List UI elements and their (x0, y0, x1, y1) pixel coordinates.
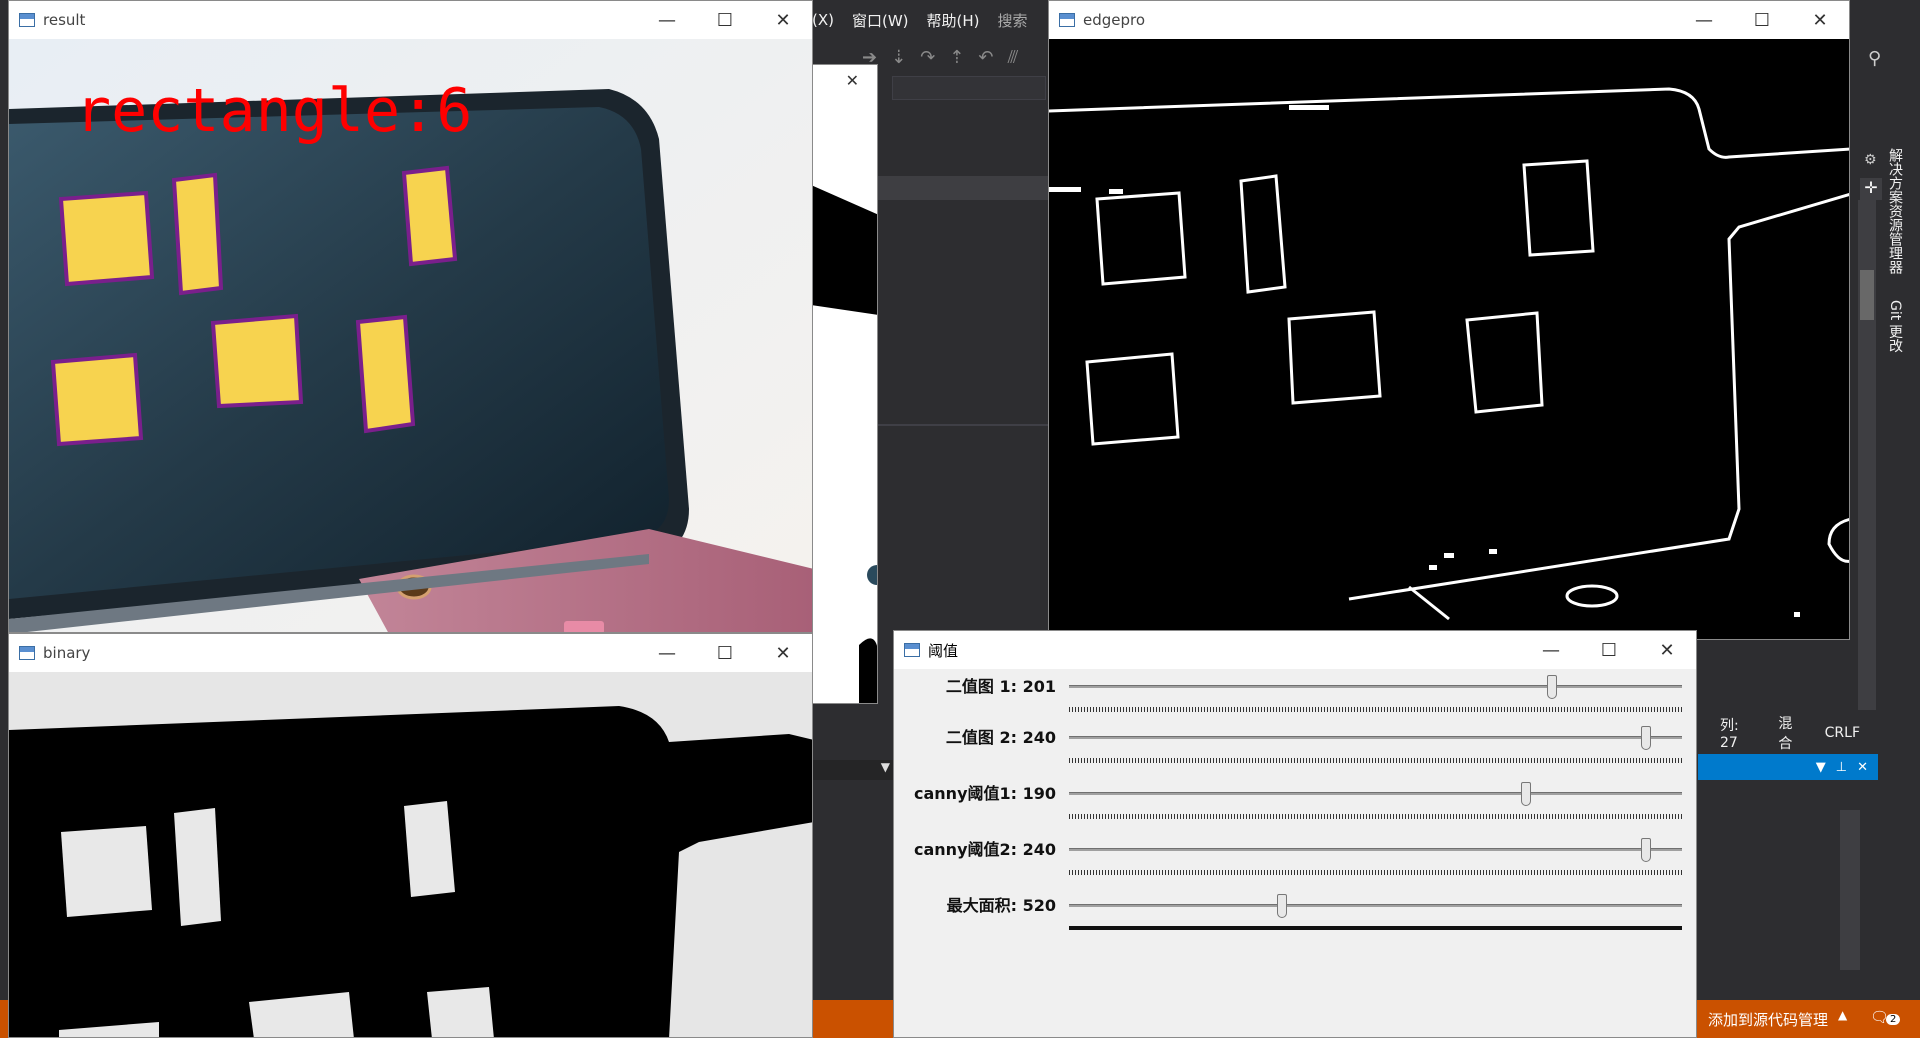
window-title: result (43, 11, 86, 29)
trackbar-ticks (1069, 758, 1682, 763)
trackbar-label: 最大面积: 520 (946, 896, 1056, 915)
trackbar-thumb[interactable] (1640, 726, 1651, 750)
rectangle-count-label: rectangle:6 (75, 76, 472, 146)
trackbar-track[interactable] (1069, 848, 1682, 851)
status-eol[interactable]: CRLF (1825, 725, 1860, 741)
titlebar: edgepro — ☐ ✕ (1049, 1, 1849, 39)
detected-rect-5 (210, 313, 304, 409)
window-title: binary (43, 644, 91, 662)
detected-rect-2 (171, 172, 224, 296)
crosshair-icon[interactable]: ✛ (1860, 178, 1882, 200)
detected-rect-3 (401, 165, 458, 267)
background-window-image (811, 185, 877, 703)
git-changes-tab[interactable]: Git 更改 (1885, 300, 1905, 353)
format-icon[interactable]: ⫻ (1007, 47, 1018, 68)
window-app-icon (1059, 13, 1075, 27)
trackbar-label: canny阈值2: 240 (914, 840, 1056, 859)
solution-explorer-tab[interactable]: 解决方案资源管理器 (1885, 148, 1905, 274)
window-title: 阈值 (928, 641, 959, 660)
trackbar-thumb[interactable] (1640, 838, 1651, 862)
window-threshold: 阈值 — ☐ ✕ 二值图 1: 201 二值图 2: 240 canny阈值1:… (893, 630, 1697, 1038)
ide-menu-bar: (X) 窗口(W) 帮助(H) 搜索 (812, 0, 1048, 40)
up-arrow-icon: ▲ (1838, 1008, 1848, 1022)
close-button[interactable]: ✕ (754, 634, 812, 672)
menu-partial[interactable]: (X) (812, 11, 834, 29)
maximize-button[interactable]: ☐ (1733, 1, 1791, 39)
add-source-control[interactable]: 添加到源代码管理 (1708, 1009, 1828, 1030)
pin-tab-icon[interactable]: ⊥ (1836, 760, 1847, 775)
trackbar-ticks (1069, 814, 1682, 819)
maximize-button[interactable]: ☐ (696, 1, 754, 39)
trackbar-thumb[interactable] (1520, 782, 1531, 806)
ide-dropdown[interactable]: ▼ (812, 760, 894, 780)
menu-help[interactable]: 帮助(H) (927, 10, 980, 31)
minimize-button[interactable]: — (1675, 1, 1733, 39)
output-scrollbar[interactable] (1840, 810, 1860, 970)
detected-rect-6 (355, 314, 416, 434)
trackbar-label: canny阈值1: 190 (914, 784, 1056, 803)
ide-input-field[interactable] (892, 76, 1046, 100)
window-app-icon (904, 643, 920, 657)
undo-icon[interactable]: ↶ (978, 47, 993, 68)
background-window: ✕ (810, 64, 878, 704)
dropdown-arrow-icon: ▼ (880, 760, 890, 774)
close-button[interactable]: ✕ (1791, 1, 1849, 39)
trackbar-thumb[interactable] (1276, 894, 1287, 918)
window-title: edgepro (1083, 11, 1146, 29)
menu-window[interactable]: 窗口(W) (852, 10, 909, 31)
detected-rect-4 (50, 352, 144, 447)
status-col[interactable]: 列: 27 (1720, 715, 1758, 751)
edge-image (1049, 39, 1849, 639)
close-icon[interactable]: ✕ (846, 71, 859, 90)
window-edgepro: edgepro — ☐ ✕ (1048, 0, 1850, 640)
trackbar-thumb[interactable] (1547, 675, 1558, 699)
titlebar: 阈值 — ☐ ✕ (894, 631, 1696, 669)
trackbar-track[interactable] (1069, 792, 1682, 795)
maximize-button[interactable]: ☐ (1580, 631, 1638, 669)
window-binary: binary — ☐ ✕ (8, 633, 813, 1038)
maximize-button[interactable]: ☐ (696, 634, 754, 672)
redo-icon[interactable]: ↷ (920, 47, 935, 68)
binary-image (9, 672, 812, 1037)
window-app-icon (19, 13, 35, 27)
output-panel-header: ▼ ⊥ ✕ (1698, 754, 1878, 780)
close-button[interactable]: ✕ (754, 1, 812, 39)
trackbar-track[interactable] (1069, 904, 1682, 907)
minimize-button[interactable]: — (638, 1, 696, 39)
titlebar: result — ☐ ✕ (9, 1, 812, 39)
trackbar-ticks (1069, 870, 1682, 875)
status-mode[interactable]: 混合 (1778, 713, 1804, 753)
scrollbar-thumb[interactable] (1860, 270, 1874, 320)
window-result: result — ☐ ✕ rectangle:6 (8, 0, 813, 633)
trackbar-ticks (1069, 926, 1682, 930)
trackbar-track[interactable] (1069, 685, 1682, 688)
step-up-icon[interactable]: ⇡ (949, 47, 964, 68)
dropdown-icon[interactable]: ▼ (1816, 760, 1826, 775)
minimize-button[interactable]: — (1522, 631, 1580, 669)
close-button[interactable]: ✕ (1638, 631, 1696, 669)
gear-icon[interactable]: ⚙ (1864, 152, 1877, 168)
step-icon[interactable]: ⇣ (891, 47, 906, 68)
result-image: rectangle:6 (9, 39, 812, 632)
titlebar: binary — ☐ ✕ (9, 634, 812, 672)
trackbar-label: 二值图 1: 201 (945, 677, 1056, 696)
minimize-button[interactable]: — (638, 634, 696, 672)
trackbar-panel: 二值图 1: 201 二值图 2: 240 canny阈值1: 190 cann… (894, 669, 1696, 1037)
trackbar-label: 二值图 2: 240 (945, 728, 1056, 747)
detected-rect-1 (58, 190, 155, 287)
menu-search[interactable]: 搜索 (998, 10, 1028, 31)
trackbar-ticks (1069, 707, 1682, 712)
window-app-icon (19, 646, 35, 660)
notification-count: 2 (1886, 1014, 1901, 1025)
trackbar-track[interactable] (1069, 736, 1682, 739)
pin-icon[interactable]: ⚲ (1868, 48, 1881, 69)
close-icon[interactable]: ✕ (1857, 760, 1868, 775)
